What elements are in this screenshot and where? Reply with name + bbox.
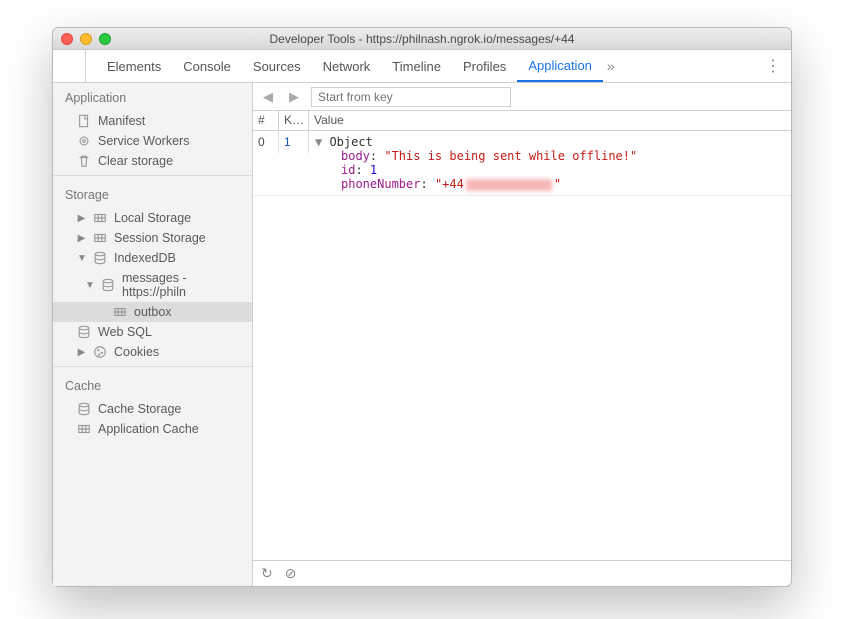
refresh-icon[interactable]: ↻ xyxy=(261,565,273,582)
minimize-icon[interactable] xyxy=(80,33,92,45)
db-icon xyxy=(93,251,107,265)
doc-icon xyxy=(77,114,91,128)
close-icon[interactable] xyxy=(61,33,73,45)
data-toolbar: ◀ ▶ xyxy=(253,83,791,111)
devtools-window: Developer Tools - https://philnash.ngrok… xyxy=(52,27,792,587)
grid-icon xyxy=(93,231,107,245)
kebab-icon[interactable]: ⋮ xyxy=(765,56,781,76)
inspect-controls xyxy=(63,50,86,82)
sidebar-item-label: IndexedDB xyxy=(114,251,176,265)
th-value[interactable]: Value xyxy=(309,111,791,130)
th-index[interactable]: # xyxy=(253,111,279,130)
sidebar-section-application: Application xyxy=(53,83,252,111)
clear-icon[interactable]: ⊘ xyxy=(285,565,297,582)
sidebar-item-indexeddb[interactable]: ▼ IndexedDB xyxy=(53,248,252,268)
disclosure-triangle-icon[interactable]: ▼ xyxy=(315,135,329,149)
sidebar-item-messages-https-philn[interactable]: ▼ messages - https://philn xyxy=(53,268,252,302)
titlebar: Developer Tools - https://philnash.ngrok… xyxy=(53,28,791,50)
grid-icon xyxy=(93,211,107,225)
sidebar-section-cache: Cache xyxy=(53,371,252,399)
db-icon xyxy=(77,402,91,416)
sidebar-item-application-cache[interactable]: Application Cache xyxy=(53,419,252,439)
start-from-key-input[interactable] xyxy=(311,87,511,107)
window-title: Developer Tools - https://philnash.ngrok… xyxy=(53,32,791,46)
cookie-icon xyxy=(93,345,107,359)
db-icon xyxy=(101,278,115,292)
tab-profiles[interactable]: Profiles xyxy=(452,50,517,82)
table-header: # K… Value xyxy=(253,111,791,131)
disclosure-triangle-icon[interactable]: ▶ xyxy=(77,213,86,224)
th-key[interactable]: K… xyxy=(279,111,309,130)
disclosure-triangle-icon[interactable]: ▶ xyxy=(77,347,86,358)
sidebar-item-cache-storage[interactable]: Cache Storage xyxy=(53,399,252,419)
sidebar-item-cookies[interactable]: ▶ Cookies xyxy=(53,342,252,362)
sidebar: Application Manifest Service Workers Clear … xyxy=(53,83,253,586)
table-body: 01▼ Objectbody: "This is being sent whil… xyxy=(253,131,791,560)
tabs: ElementsConsoleSourcesNetworkTimelinePro… xyxy=(96,50,603,82)
sidebar-item-manifest[interactable]: Manifest xyxy=(53,111,252,131)
cell-index: 0 xyxy=(253,131,279,153)
sidebar-item-web-sql[interactable]: Web SQL xyxy=(53,322,252,342)
table-row[interactable]: 01▼ Objectbody: "This is being sent whil… xyxy=(253,131,791,196)
sidebar-item-label: Cookies xyxy=(114,345,159,359)
sidebar-item-session-storage[interactable]: ▶ Session Storage xyxy=(53,228,252,248)
devtools-tabbar: ElementsConsoleSourcesNetworkTimelinePro… xyxy=(53,50,791,83)
sidebar-item-label: Local Storage xyxy=(114,211,191,225)
sidebar-item-label: messages - https://philn xyxy=(122,271,252,299)
cell-key: 1 xyxy=(279,131,309,153)
disclosure-triangle-icon[interactable]: ▼ xyxy=(77,253,86,264)
tab-network[interactable]: Network xyxy=(312,50,382,82)
tab-timeline[interactable]: Timeline xyxy=(381,50,452,82)
main-panel: ◀ ▶ # K… Value 01▼ Objectbody: "This is … xyxy=(253,83,791,586)
tab-application[interactable]: Application xyxy=(517,50,603,82)
tab-console[interactable]: Console xyxy=(172,50,242,82)
sidebar-item-label: Service Workers xyxy=(98,134,189,148)
sidebar-item-label: Web SQL xyxy=(98,325,152,339)
sidebar-item-service-workers[interactable]: Service Workers xyxy=(53,131,252,151)
cell-value[interactable]: ▼ Objectbody: "This is being sent while … xyxy=(309,131,791,195)
db-icon xyxy=(77,325,91,339)
gear-icon xyxy=(77,134,91,148)
tab-sources[interactable]: Sources xyxy=(242,50,312,82)
sidebar-item-label: outbox xyxy=(134,305,172,319)
sidebar-item-label: Manifest xyxy=(98,114,145,128)
grid-icon xyxy=(77,422,91,436)
disclosure-triangle-icon[interactable]: ▶ xyxy=(77,233,86,244)
tab-elements[interactable]: Elements xyxy=(96,50,172,82)
sidebar-item-clear-storage[interactable]: Clear storage xyxy=(53,151,252,171)
sidebar-item-outbox[interactable]: outbox xyxy=(53,302,252,322)
sidebar-item-label: Session Storage xyxy=(114,231,206,245)
sidebar-item-label: Cache Storage xyxy=(98,402,181,416)
zoom-icon[interactable] xyxy=(99,33,111,45)
disclosure-triangle-icon[interactable]: ▼ xyxy=(85,280,94,291)
sidebar-item-label: Application Cache xyxy=(98,422,199,436)
trash-icon xyxy=(77,154,91,168)
back-arrow-icon[interactable]: ◀ xyxy=(259,89,277,105)
sidebar-section-storage: Storage xyxy=(53,180,252,208)
forward-arrow-icon[interactable]: ▶ xyxy=(285,89,303,105)
sidebar-item-local-storage[interactable]: ▶ Local Storage xyxy=(53,208,252,228)
bottom-bar: ↻ ⊘ xyxy=(253,560,791,586)
grid-icon xyxy=(113,305,127,319)
sidebar-item-label: Clear storage xyxy=(98,154,173,168)
traffic-lights xyxy=(61,33,111,45)
overflow-icon[interactable]: » xyxy=(607,58,615,74)
